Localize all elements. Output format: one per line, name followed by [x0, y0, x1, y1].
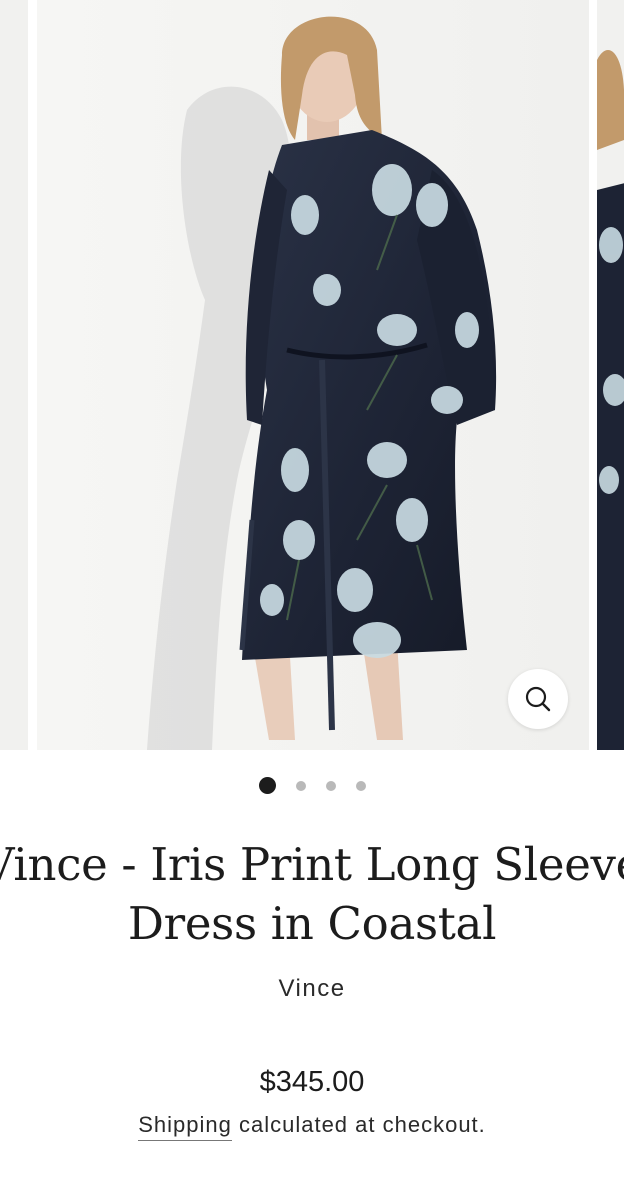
product-title-line-1: Vince - Iris Print Long Sleeve [0, 838, 624, 891]
product-title-line-2: Dress in Coastal [127, 897, 497, 950]
search-icon [525, 686, 551, 712]
product-gallery[interactable] [0, 0, 624, 750]
shipping-link[interactable]: Shipping [138, 1112, 232, 1141]
product-price: $345.00 [259, 1066, 365, 1098]
shipping-note-text: calculated at checkout. [231, 1112, 486, 1137]
shipping-note: Shipping calculated at checkout. [0, 1112, 624, 1141]
gallery-slide-next[interactable] [597, 0, 624, 750]
gallery-dot-3[interactable] [325, 780, 336, 791]
gallery-dot-4[interactable] [355, 780, 366, 791]
product-image-main [37, 0, 589, 750]
gallery-slide-main[interactable] [37, 0, 589, 750]
product-vendor: Vince [278, 975, 346, 1002]
gallery-slide-prev[interactable] [0, 0, 28, 750]
gallery-dot-1[interactable] [258, 777, 276, 794]
zoom-button[interactable] [508, 669, 568, 729]
product-image-prev [0, 0, 28, 750]
product-title: Vince - Iris Print Long Sleeve Dress in … [0, 835, 624, 953]
gallery-dot-2[interactable] [295, 780, 306, 791]
product-image-next [597, 0, 624, 750]
gallery-pagination [0, 777, 624, 794]
